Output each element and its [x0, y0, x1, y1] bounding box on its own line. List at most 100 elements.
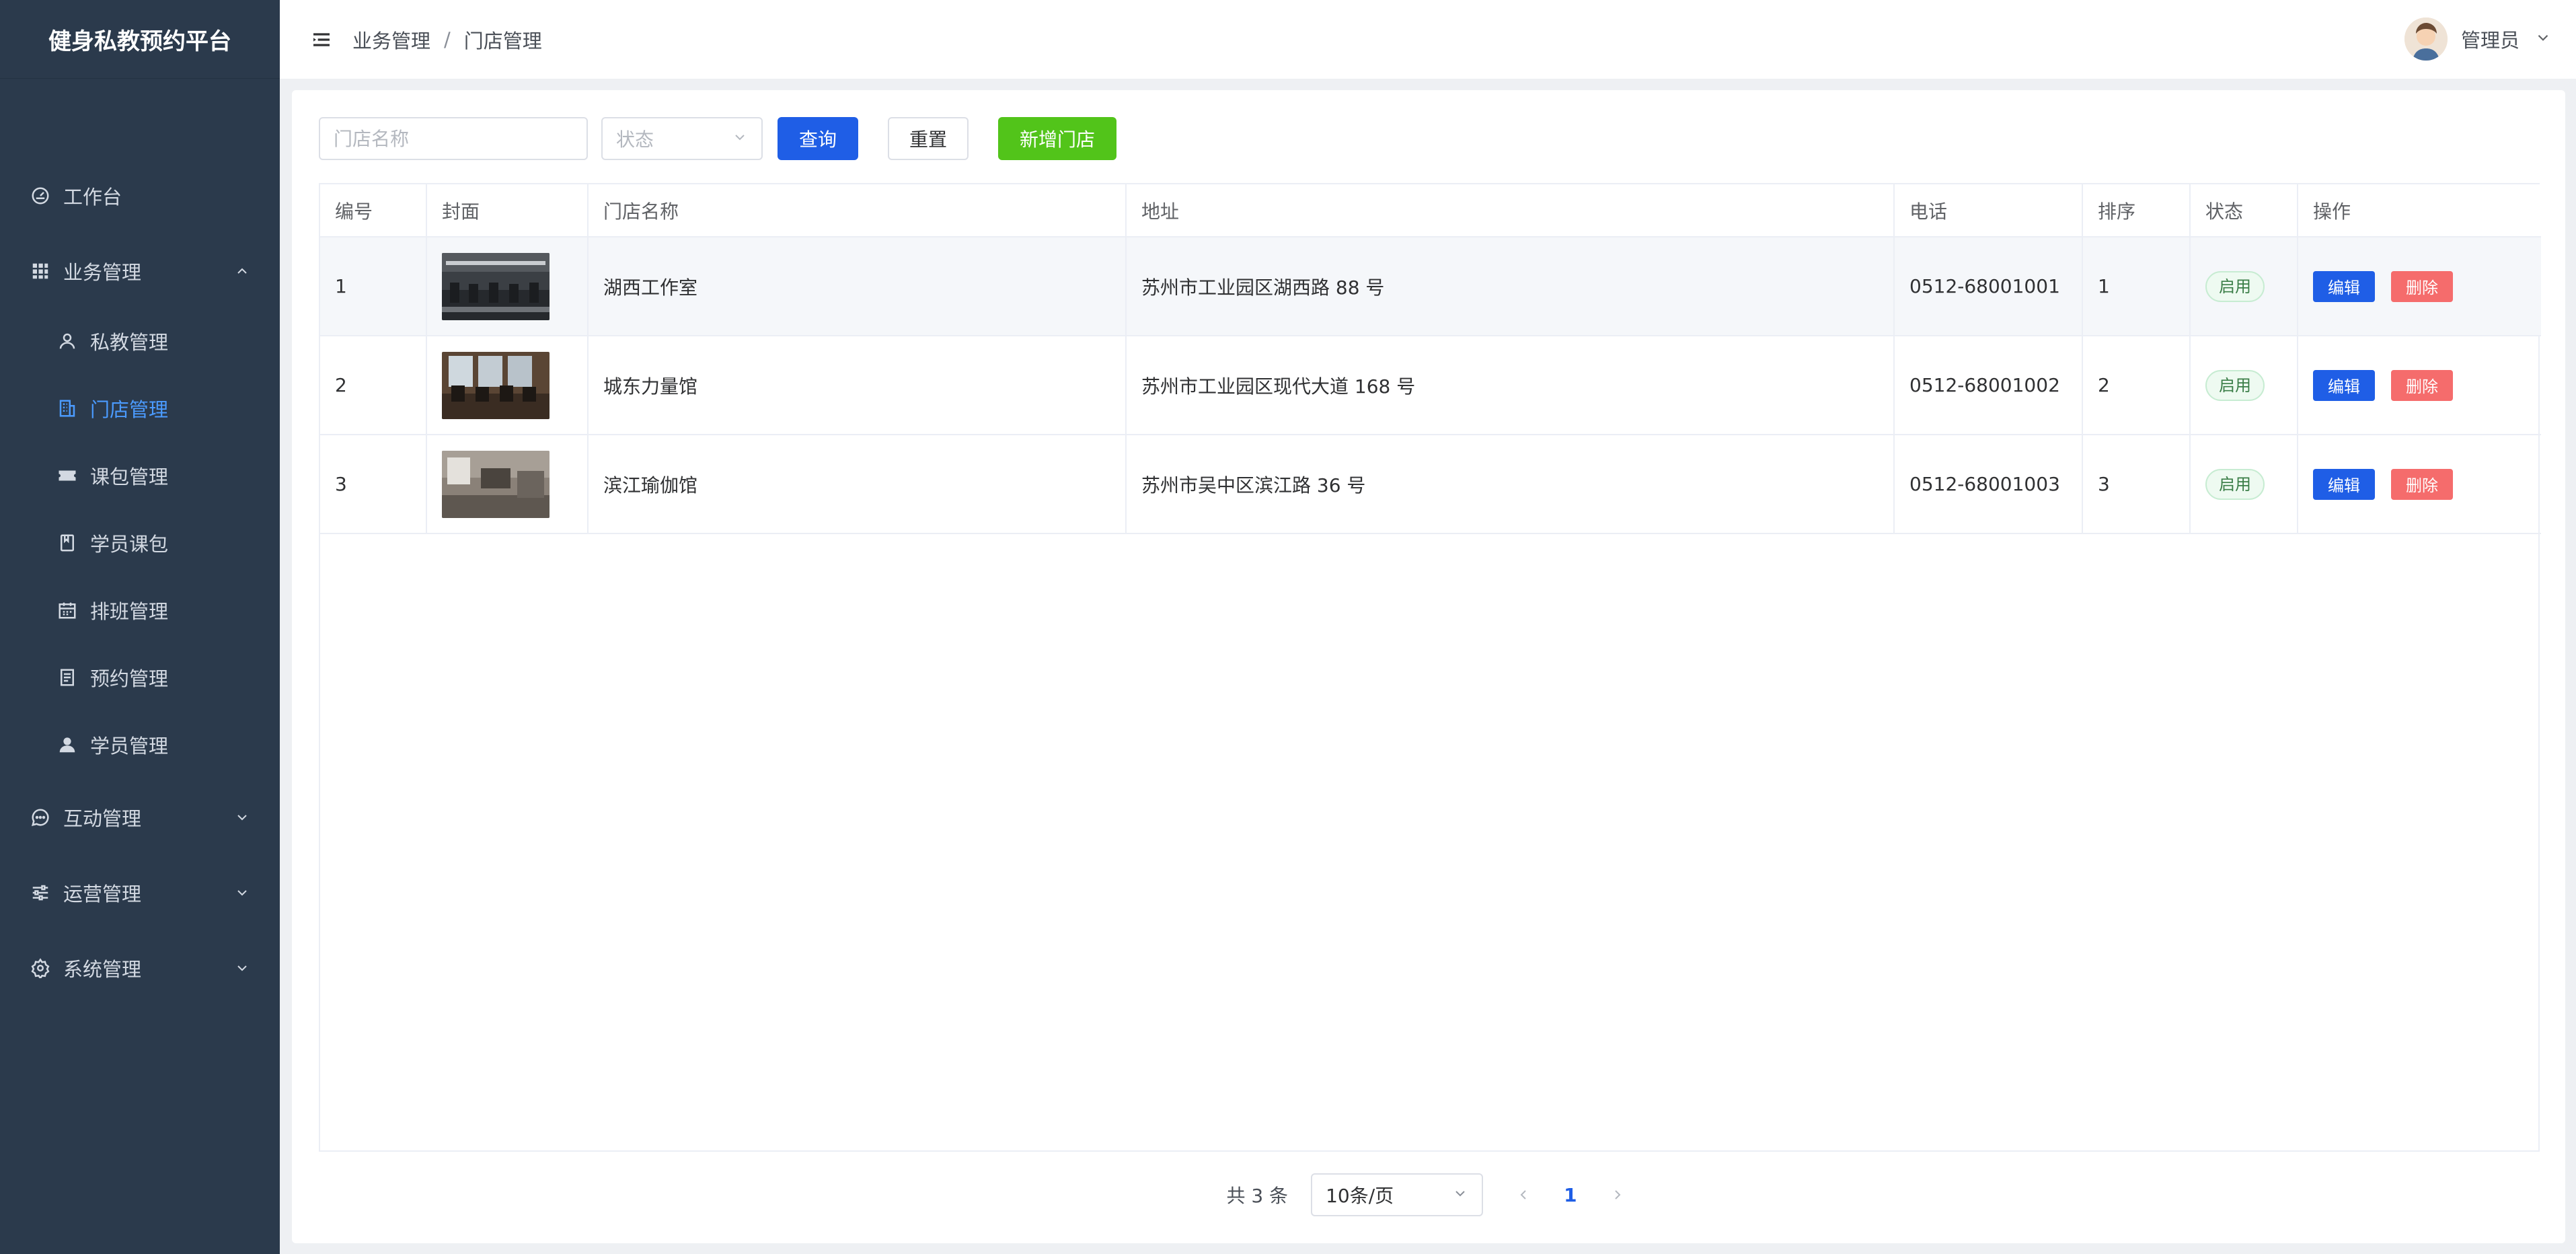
sidebar-item-business[interactable]: 业务管理 — [0, 244, 280, 298]
query-button[interactable]: 查询 — [778, 117, 858, 160]
cell-phone: 0512-68001001 — [1894, 237, 2083, 336]
user-icon — [56, 734, 78, 755]
breadcrumb-item-stores: 门店管理 — [463, 29, 542, 52]
column-header: 状态 — [2190, 184, 2298, 237]
cell-status: 启用 — [2190, 336, 2298, 435]
sidebar-item-label: 业务管理 — [63, 261, 142, 284]
cell-id: 3 — [320, 435, 427, 534]
cell-phone: 0512-68001002 — [1894, 336, 2083, 435]
cell-sort: 3 — [2082, 435, 2191, 534]
delete-button[interactable]: 删除 — [2391, 369, 2453, 401]
filter-bar: 状态 查询 重置 新增门店 — [319, 117, 1116, 160]
chevron-down-icon — [234, 960, 250, 976]
cell-status: 启用 — [2190, 435, 2298, 534]
page-size-value: 10条/页 — [1326, 1185, 1394, 1207]
menu-toggle-icon[interactable] — [309, 28, 334, 52]
cell-store-name: 滨江瑜伽馆 — [588, 435, 1127, 534]
sidebar-item-bookings[interactable]: 预约管理 — [0, 651, 280, 704]
sidebar-item-label: 门店管理 — [90, 398, 169, 421]
content-card: 状态 查询 重置 新增门店 编号 封面 门店名称 地址 电话 排序 — [292, 90, 2565, 1243]
edit-button[interactable]: 编辑 — [2313, 369, 2375, 401]
column-header: 编号 — [320, 184, 427, 237]
sidebar-item-dashboard[interactable]: 工作台 — [0, 169, 280, 223]
cell-store-name: 城东力量馆 — [588, 336, 1127, 435]
sidebar-item-packages[interactable]: 课包管理 — [0, 449, 280, 503]
sidebar-item-schedule[interactable]: 排班管理 — [0, 583, 280, 637]
table-row: 2 城东力量馆 苏州市工业园区现代大道 168 号 0512-68001002 … — [320, 336, 2541, 435]
edit-button[interactable]: 编辑 — [2313, 270, 2375, 302]
sidebar-item-label: 学员课包 — [90, 533, 169, 556]
sidebar-item-label: 运营管理 — [63, 883, 142, 906]
cell-actions: 编辑 删除 — [2298, 336, 2541, 435]
store-table: 编号 封面 门店名称 地址 电话 排序 状态 操作 1 湖西工作室 苏州市工业园… — [319, 183, 2541, 1152]
breadcrumb-separator: / — [444, 28, 451, 51]
sidebar: 健身私教预约平台 工作台 业务管理 私教管理 门店管理 课包管理 学员课包 排班… — [0, 0, 280, 1254]
delete-button[interactable]: 删除 — [2391, 468, 2453, 500]
breadcrumb: 业务管理 / 门店管理 — [352, 26, 542, 54]
cell-cover — [426, 435, 589, 534]
chat-icon — [30, 807, 51, 828]
total-count: 共 3 条 — [1226, 1185, 1289, 1207]
chevron-down-icon — [1452, 1184, 1468, 1206]
column-header: 门店名称 — [588, 184, 1127, 237]
prev-page-icon[interactable] — [1510, 1181, 1537, 1208]
cell-cover — [426, 336, 589, 435]
chevron-down-icon — [234, 885, 250, 901]
chevron-down-icon — [234, 809, 250, 825]
store-cover-image[interactable] — [442, 351, 550, 419]
status-badge: 启用 — [2205, 270, 2265, 302]
document-icon — [56, 667, 78, 688]
dashboard-icon — [30, 185, 51, 207]
next-page-icon[interactable] — [1604, 1181, 1631, 1208]
cell-id: 2 — [320, 336, 427, 435]
cell-address: 苏州市工业园区现代大道 168 号 — [1126, 336, 1895, 435]
store-cover-image[interactable] — [442, 450, 550, 518]
column-header: 封面 — [426, 184, 589, 237]
page-size-select[interactable]: 10条/页 — [1311, 1173, 1484, 1216]
cell-actions: 编辑 删除 — [2298, 237, 2541, 336]
ticket-icon — [56, 465, 78, 486]
table-row: 3 滨江瑜伽馆 苏州市吴中区滨江路 36 号 0512-68001003 3 启… — [320, 435, 2541, 534]
sidebar-item-label: 工作台 — [63, 186, 122, 209]
column-header: 电话 — [1894, 184, 2083, 237]
delete-button[interactable]: 删除 — [2391, 270, 2453, 302]
sidebar-item-label: 学员管理 — [90, 735, 169, 758]
cell-id: 1 — [320, 237, 427, 336]
sidebar-item-label: 课包管理 — [90, 466, 169, 488]
column-header: 地址 — [1126, 184, 1895, 237]
sidebar-item-system[interactable]: 系统管理 — [0, 941, 280, 995]
edit-button[interactable]: 编辑 — [2313, 468, 2375, 500]
current-page[interactable]: 1 — [1564, 1184, 1577, 1206]
sidebar-item-label: 互动管理 — [63, 807, 142, 830]
sidebar-item-stores[interactable]: 门店管理 — [0, 381, 280, 435]
sidebar-item-operations[interactable]: 运营管理 — [0, 866, 280, 920]
breadcrumb-item-business[interactable]: 业务管理 — [352, 26, 430, 54]
store-name-input[interactable] — [319, 117, 588, 160]
column-header: 排序 — [2082, 184, 2191, 237]
gear-icon — [30, 957, 51, 979]
grid-icon — [30, 260, 51, 282]
user-menu[interactable]: 管理员 — [2404, 16, 2552, 62]
table-header-row: 编号 封面 门店名称 地址 电话 排序 状态 操作 — [320, 184, 2541, 237]
sidebar-item-interaction[interactable]: 互动管理 — [0, 790, 280, 844]
status-badge: 启用 — [2205, 468, 2265, 500]
cell-phone: 0512-68001003 — [1894, 435, 2083, 534]
cell-address: 苏州市工业园区湖西路 88 号 — [1126, 237, 1895, 336]
calendar-icon — [56, 599, 78, 621]
status-select[interactable]: 状态 — [601, 117, 763, 160]
column-header: 操作 — [2298, 184, 2541, 237]
cell-address: 苏州市吴中区滨江路 36 号 — [1126, 435, 1895, 534]
sidebar-item-label: 系统管理 — [63, 958, 142, 981]
status-select-placeholder: 状态 — [616, 128, 654, 151]
status-badge: 启用 — [2205, 369, 2265, 401]
store-cover-image[interactable] — [442, 252, 550, 320]
chevron-down-icon — [2534, 29, 2552, 49]
cell-actions: 编辑 删除 — [2298, 435, 2541, 534]
table-row: 1 湖西工作室 苏州市工业园区湖西路 88 号 0512-68001001 1 … — [320, 237, 2541, 336]
avatar — [2404, 17, 2448, 61]
reset-button[interactable]: 重置 — [888, 117, 969, 160]
sidebar-item-student-packages[interactable]: 学员课包 — [0, 516, 280, 570]
add-store-button[interactable]: 新增门店 — [998, 117, 1116, 160]
sidebar-item-students[interactable]: 学员管理 — [0, 718, 280, 772]
sidebar-item-trainers[interactable]: 私教管理 — [0, 314, 280, 368]
